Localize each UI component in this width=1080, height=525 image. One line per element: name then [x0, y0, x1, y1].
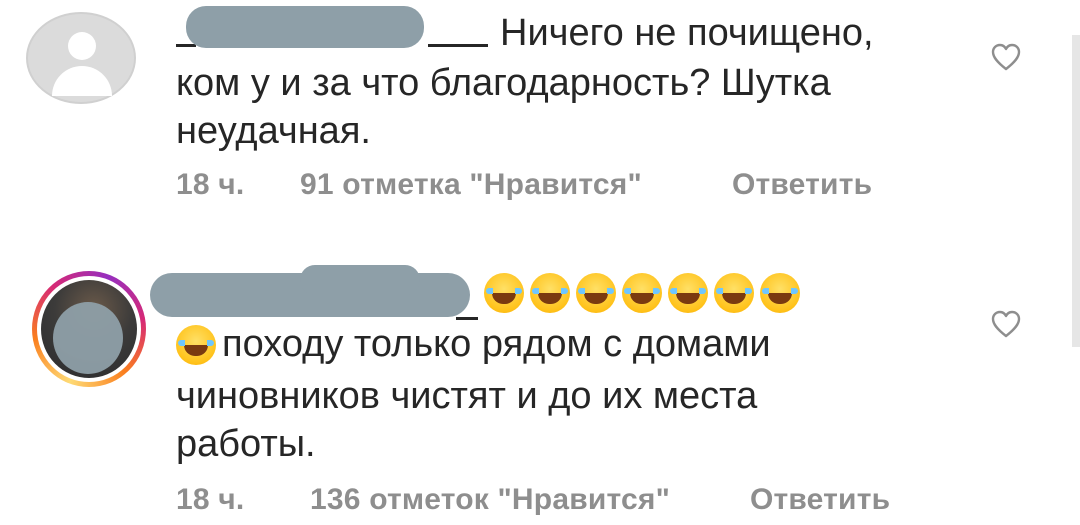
username-redaction: [186, 6, 424, 48]
reply-button[interactable]: Ответить: [750, 483, 890, 517]
comment: походу только рядом с домами чиновников …: [0, 255, 1080, 525]
avatar-body-shape: [52, 66, 112, 96]
tears-of-joy-emoji-icon: [576, 273, 616, 313]
comment-text-line: ком у и за что благодарность? Шутка: [176, 62, 831, 104]
comment-text-line: Ничего не почищено,: [500, 12, 874, 54]
tears-of-joy-emoji-icon: [176, 325, 216, 365]
comment-text-line: неудачная.: [176, 110, 371, 152]
tears-of-joy-emoji-icon: [530, 273, 570, 313]
username-underscore: [176, 44, 196, 47]
tears-of-joy-emoji-icon: [622, 273, 662, 313]
tears-of-joy-emoji-icon: [714, 273, 754, 313]
avatar-head-shape: [68, 32, 96, 60]
likes-count-link[interactable]: 91 отметка "Нравится": [300, 168, 642, 202]
avatar-photo: [41, 280, 137, 378]
username-underscore: [428, 44, 488, 47]
heart-icon[interactable]: [990, 42, 1022, 72]
comment-text-line: походу только рядом с домами: [222, 323, 771, 365]
tears-of-joy-emoji-icon: [484, 273, 524, 313]
avatar[interactable]: [32, 271, 146, 387]
comment-text-line: чиновников чистят и до их места: [176, 375, 758, 417]
reply-button[interactable]: Ответить: [732, 168, 872, 202]
tears-of-joy-emoji-icon: [668, 273, 708, 313]
comment-time: 18 ч.: [176, 483, 245, 516]
emoji-row: [484, 273, 806, 317]
comment: Ничего не почищено, ком у и за что благо…: [0, 0, 1080, 220]
likes-count-link[interactable]: 136 отметок "Нравится": [310, 483, 670, 517]
avatar-redaction: [53, 302, 123, 374]
tears-of-joy-emoji-icon: [760, 273, 800, 313]
avatar[interactable]: [26, 12, 136, 104]
comment-text-line: работы.: [176, 423, 316, 465]
comment-time: 18 ч.: [176, 168, 245, 201]
heart-icon[interactable]: [990, 309, 1022, 339]
username-redaction: [300, 265, 420, 295]
